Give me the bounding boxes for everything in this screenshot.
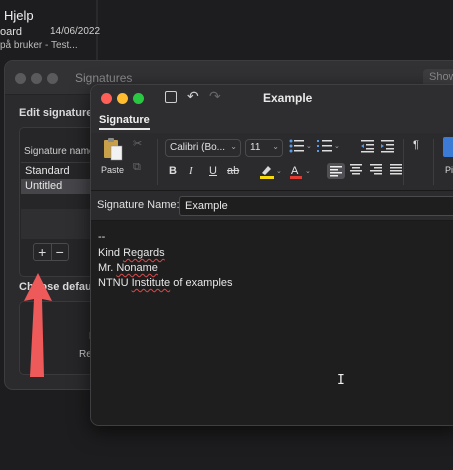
svg-text:⌄: ⌄ (306, 143, 312, 150)
ribbon-tabs: Signature (91, 111, 453, 133)
signature-line: NTNU Institute of examples (98, 277, 233, 289)
bold-button[interactable]: B (169, 165, 177, 177)
maximize-dot[interactable] (47, 73, 58, 84)
picture-label: Pi (445, 165, 453, 175)
picture-icon[interactable] (443, 137, 453, 157)
close-dot[interactable] (15, 73, 26, 84)
ribbon-toolbar: Paste ✂ ⧉ Calibri (Bo... ⌄ 11 ⌄ B I U ab… (91, 133, 453, 191)
decrease-indent-icon[interactable] (361, 139, 375, 153)
signature-list-item[interactable]: Standard (21, 164, 91, 179)
font-color-icon[interactable]: A ⌄ (289, 163, 311, 179)
cut-icon[interactable]: ✂ (133, 137, 142, 150)
maximize-button[interactable] (133, 93, 144, 104)
undo-icon[interactable]: ↶ (187, 88, 199, 105)
add-signature-button[interactable]: + (34, 244, 52, 260)
align-right-icon[interactable] (369, 163, 383, 177)
editor-titlebar: ↶ ↷ Example (91, 85, 453, 111)
justify-icon[interactable] (389, 163, 403, 177)
underline-button[interactable]: U (209, 165, 217, 177)
red-arrow-annotation (24, 273, 52, 377)
paste-label: Paste (101, 165, 125, 175)
signature-line: Kind Regards (98, 247, 165, 259)
chevron-down-icon: ⌄ (272, 142, 279, 151)
signature-body-editor[interactable]: -- Kind Regards Mr. Noname NTNU Institut… (91, 221, 453, 425)
signature-name-input[interactable]: Example (179, 196, 453, 216)
misspelled-word: Regards (123, 247, 165, 259)
signature-separator: -- (98, 231, 106, 243)
signature-name-label: Signature Name: (97, 199, 180, 211)
message-date: 14/06/2022 (50, 26, 101, 37)
misspelled-word: Institute (131, 277, 171, 289)
example-editor-window: ↶ ↷ Example Signature Paste ✂ ⧉ Calibri … (90, 84, 453, 426)
paste-icon[interactable] (103, 137, 123, 161)
strikethrough-button[interactable]: ab (227, 165, 239, 177)
ribbon-divider (433, 139, 434, 185)
close-button[interactable] (101, 93, 112, 104)
misspelled-word: Noname (116, 262, 158, 274)
message-sender[interactable]: oard (0, 26, 22, 38)
signatures-title: Signatures (75, 71, 133, 85)
paragraph-marks-icon[interactable]: ¶ (413, 139, 419, 151)
svg-text:⌄: ⌄ (334, 143, 340, 150)
font-family-select[interactable]: Calibri (Bo... ⌄ (165, 139, 241, 157)
edit-signature-label: Edit signature (19, 107, 93, 119)
message-preview[interactable]: på bruker - Test... (0, 40, 78, 51)
save-icon[interactable] (165, 91, 177, 103)
signature-line: Mr. Noname (98, 262, 158, 274)
word: of examples (173, 277, 233, 289)
font-size-select[interactable]: 11 ⌄ (245, 139, 283, 157)
svg-text:⌄: ⌄ (305, 168, 311, 175)
signature-list-item-selected[interactable]: Untitled (21, 179, 91, 194)
empty-list-row (21, 224, 91, 239)
redo-icon[interactable]: ↷ (209, 88, 221, 105)
help-menu-label[interactable]: Hjelp (4, 8, 34, 23)
word: NTNU (98, 277, 129, 289)
minimize-button[interactable] (117, 93, 128, 104)
ribbon-divider (157, 139, 158, 185)
tab-signature[interactable]: Signature (99, 114, 150, 130)
text-cursor-icon: I (337, 373, 345, 388)
ribbon-divider (403, 139, 404, 185)
highlight-icon[interactable]: ⌄ (259, 163, 281, 179)
add-remove-control: + − (33, 243, 69, 261)
signature-name-bar: Signature Name: Example (91, 191, 453, 221)
increase-indent-icon[interactable] (381, 139, 395, 153)
font-family-value: Calibri (Bo... (170, 142, 226, 153)
word: Mr. (98, 262, 114, 274)
copy-icon[interactable]: ⧉ (133, 161, 141, 174)
word: Kind (98, 247, 121, 259)
editor-title: Example (263, 91, 313, 105)
signature-list-header: Signature name (21, 141, 91, 163)
svg-text:⌄: ⌄ (276, 168, 281, 175)
align-center-icon[interactable] (349, 163, 363, 177)
italic-button[interactable]: I (189, 165, 193, 177)
svg-text:A: A (291, 165, 299, 177)
empty-list-row (21, 209, 91, 224)
numbered-list-icon[interactable]: ⌄ (317, 139, 341, 153)
chevron-down-icon: ⌄ (230, 142, 237, 151)
align-left-icon[interactable] (327, 163, 345, 179)
remove-signature-button[interactable]: − (52, 244, 69, 260)
font-size-value: 11 (250, 142, 261, 153)
bullet-list-icon[interactable]: ⌄ (289, 139, 313, 153)
minimize-dot[interactable] (31, 73, 42, 84)
